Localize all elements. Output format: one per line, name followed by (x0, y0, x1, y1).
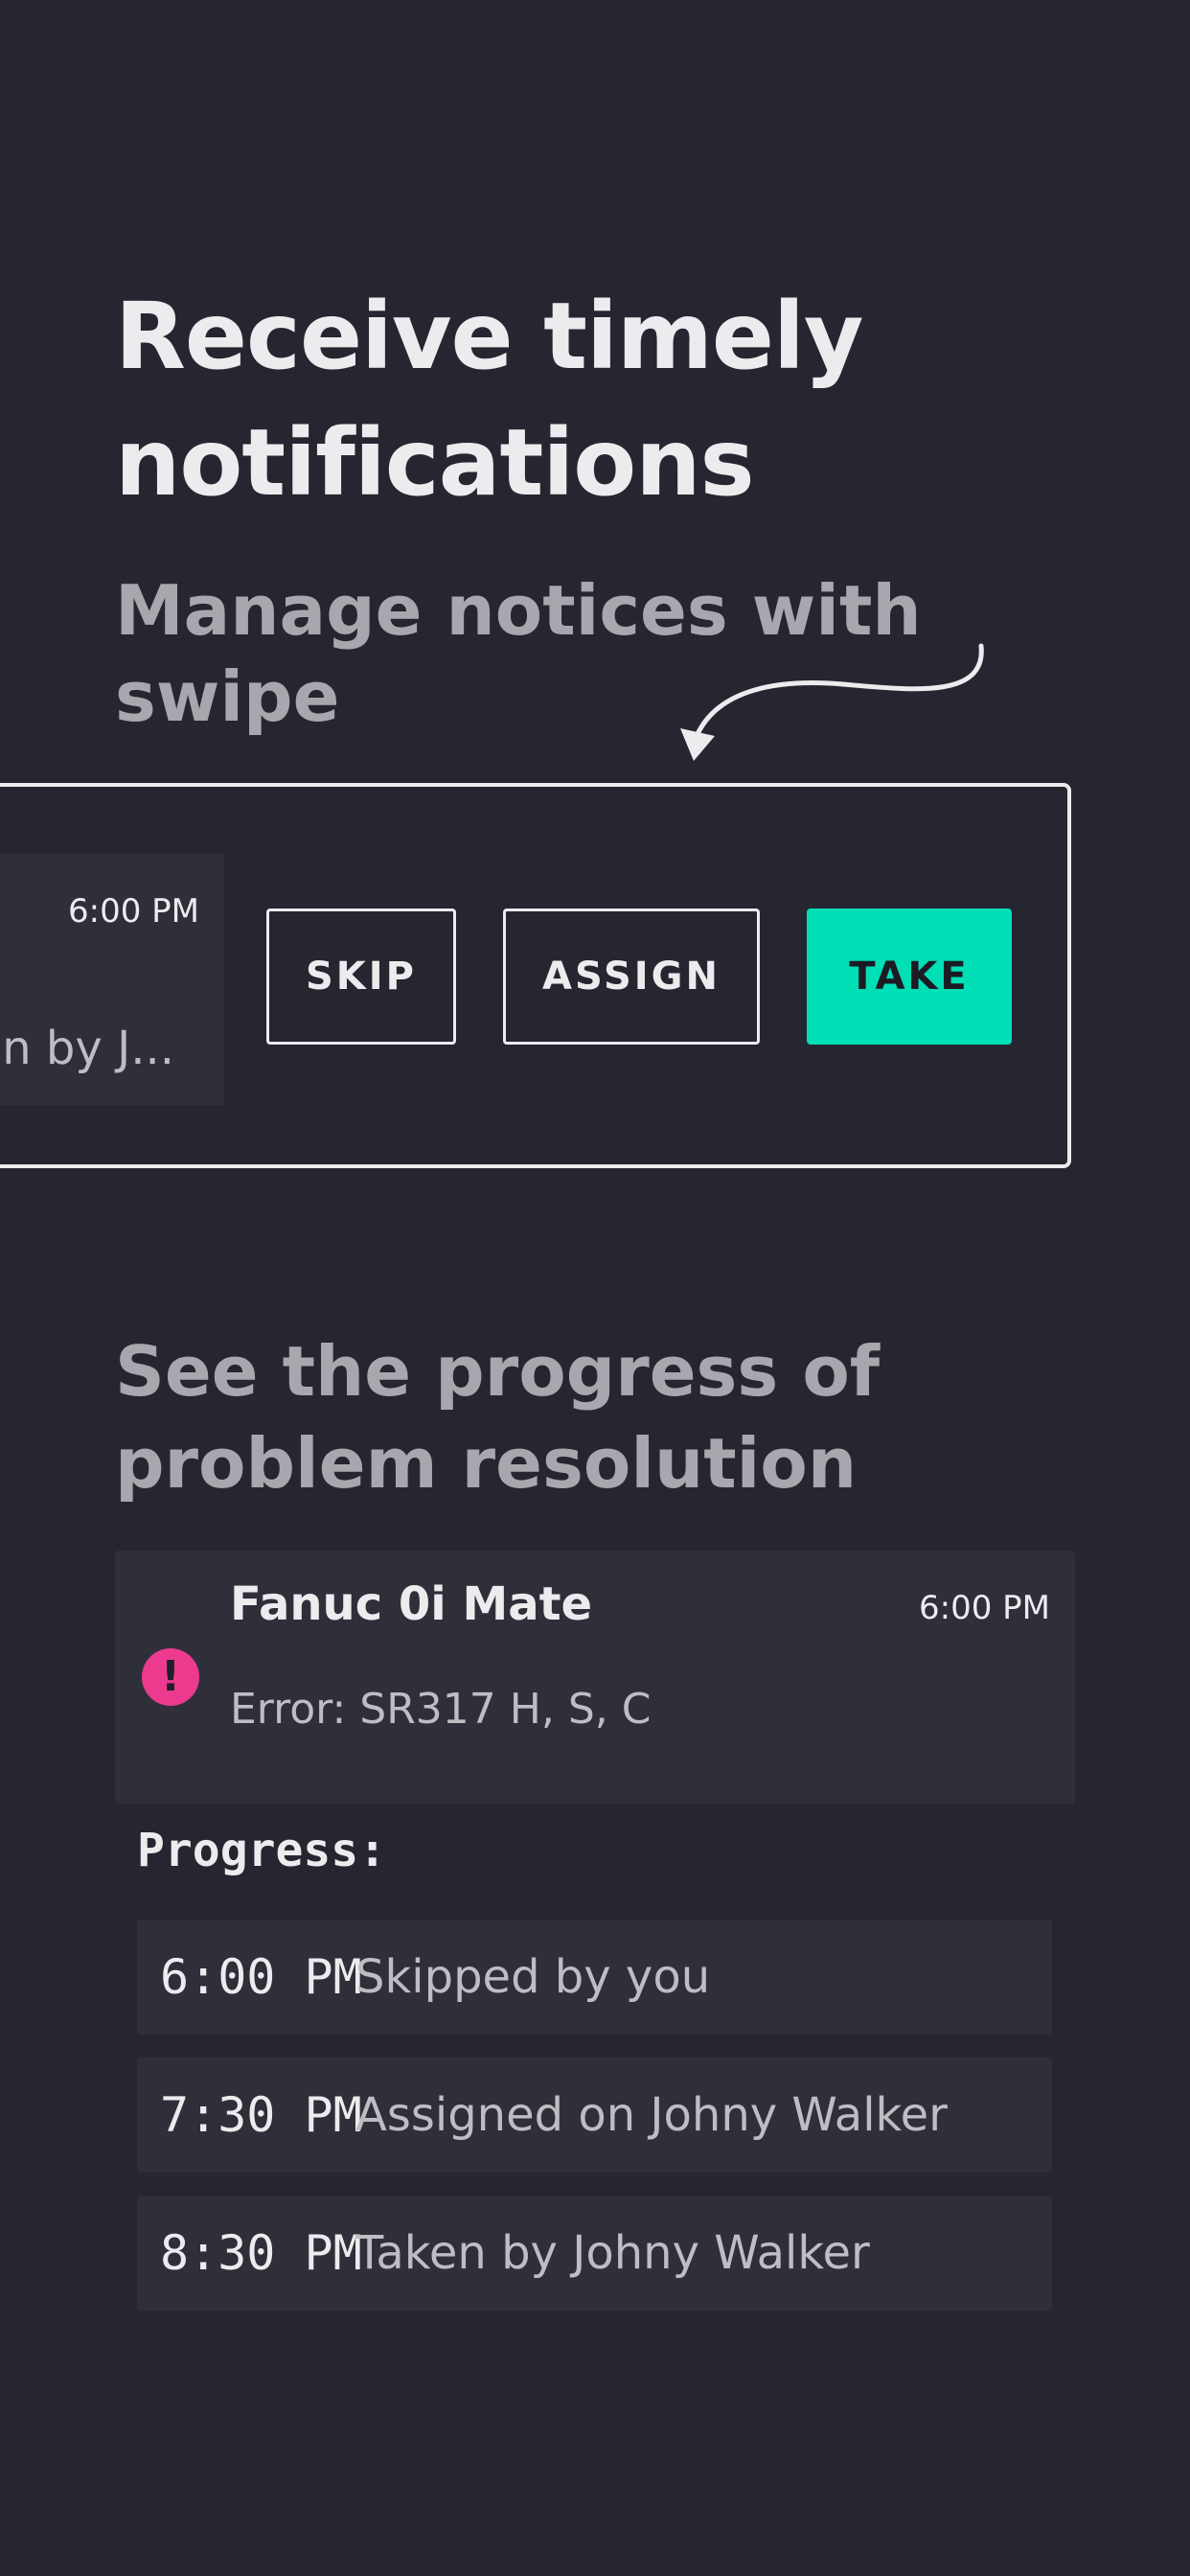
incident-card[interactable]: ! Fanuc 0i Mate 6:00 PM Error: SR317 H, … (115, 1551, 1075, 1804)
incident-title: Fanuc 0i Mate (230, 1577, 593, 1631)
headline: Receive timely notifications (115, 283, 863, 517)
progress-section-title: See the progress of problem resolution (115, 1331, 881, 1504)
progress-step-text: Taken by Johny Walker (355, 2226, 870, 2280)
notice-time: 6:00 PM (68, 892, 199, 931)
progress-step-text: Skipped by you (355, 1950, 711, 2004)
notice-text: en by J... (0, 1022, 174, 1075)
skip-button[interactable]: SKIP (266, 908, 456, 1045)
alert-icon: ! (142, 1648, 199, 1706)
swipe-demo-frame: 6:00 PM en by J... SKIP ASSIGN TAKE (0, 783, 1071, 1168)
progress-step-time: 6:00 PM (160, 1949, 362, 2005)
progress-step: 8:30 PM Taken by Johny Walker (137, 2196, 1052, 2311)
progress-label: Progress: (137, 1824, 387, 1877)
incident-error: Error: SR317 H, S, C (230, 1685, 652, 1734)
curved-arrow-icon (671, 642, 996, 767)
progress-step-text: Assigned on Johny Walker (355, 2088, 948, 2142)
notice-card[interactable]: 6:00 PM en by J... (0, 854, 224, 1105)
progress-step: 7:30 PM Assigned on Johny Walker (137, 2058, 1052, 2173)
progress-step-time: 7:30 PM (160, 2087, 362, 2143)
progress-step-time: 8:30 PM (160, 2225, 362, 2281)
assign-button[interactable]: ASSIGN (503, 908, 760, 1045)
take-button[interactable]: TAKE (807, 908, 1012, 1045)
progress-step: 6:00 PM Skipped by you (137, 1920, 1052, 2035)
incident-time: 6:00 PM (919, 1589, 1050, 1627)
